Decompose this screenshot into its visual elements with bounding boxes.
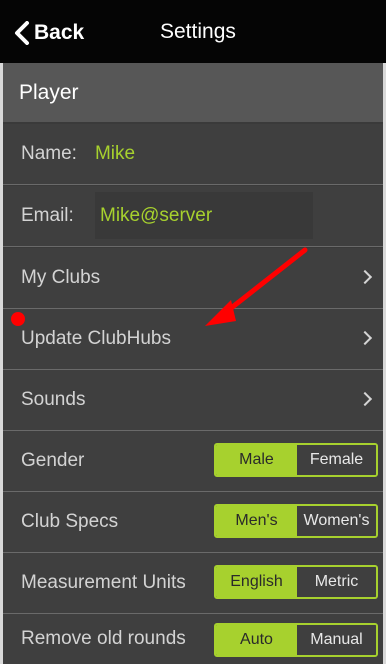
red-dot-marker (11, 312, 25, 326)
email-value[interactable]: Mike@server (100, 205, 212, 227)
section-title: Player (19, 80, 79, 104)
remove-old-rounds-label: Remove old rounds (21, 628, 186, 649)
chevron-right-icon (357, 330, 373, 346)
my-clubs-row[interactable]: My Clubs (3, 248, 383, 309)
email-row[interactable]: Email: Mike@server (3, 186, 383, 247)
name-label: Name: (21, 143, 77, 164)
email-label: Email: (21, 205, 74, 226)
measurement-units-segmented-control[interactable]: English Metric (214, 565, 378, 599)
remove-rounds-option-manual[interactable]: Manual (296, 625, 376, 655)
update-clubhubs-label: Update ClubHubs (21, 328, 171, 349)
measurement-units-row: Measurement Units English Metric (3, 553, 383, 614)
chevron-right-icon (357, 391, 373, 407)
measurement-option-metric[interactable]: Metric (296, 567, 376, 597)
club-specs-label: Club Specs (21, 511, 119, 532)
gender-option-male[interactable]: Male (216, 445, 297, 475)
chevron-left-icon (15, 21, 29, 45)
club-specs-option-womens[interactable]: Women's (296, 506, 376, 536)
top-navigation-bar: Back Settings (0, 0, 386, 63)
sounds-row[interactable]: Sounds (3, 370, 383, 431)
player-section-header: Player (3, 63, 383, 123)
name-row[interactable]: Name: Mike (3, 124, 383, 185)
club-specs-option-mens[interactable]: Men's (216, 506, 297, 536)
gender-label: Gender (21, 450, 85, 471)
gender-row: Gender Male Female (3, 431, 383, 492)
club-specs-segmented-control[interactable]: Men's Women's (214, 504, 378, 538)
red-arrow-icon (205, 247, 308, 326)
remove-old-rounds-segmented-control[interactable]: Auto Manual (214, 623, 378, 657)
gender-option-female[interactable]: Female (296, 445, 376, 475)
my-clubs-label: My Clubs (21, 267, 101, 288)
measurement-units-label: Measurement Units (21, 572, 186, 593)
chevron-right-icon (357, 269, 373, 285)
remove-old-rounds-row: Remove old rounds Auto Manual (3, 614, 383, 664)
back-button[interactable]: Back (14, 20, 84, 46)
measurement-option-english[interactable]: English (216, 567, 297, 597)
name-value[interactable]: Mike (95, 143, 135, 165)
remove-rounds-option-auto[interactable]: Auto (216, 625, 297, 655)
page-title: Settings (160, 20, 236, 43)
update-clubhubs-row[interactable]: Update ClubHubs (3, 309, 383, 370)
sounds-label: Sounds (21, 389, 86, 410)
club-specs-row: Club Specs Men's Women's (3, 492, 383, 553)
back-label: Back (34, 21, 85, 44)
gender-segmented-control[interactable]: Male Female (214, 443, 378, 477)
